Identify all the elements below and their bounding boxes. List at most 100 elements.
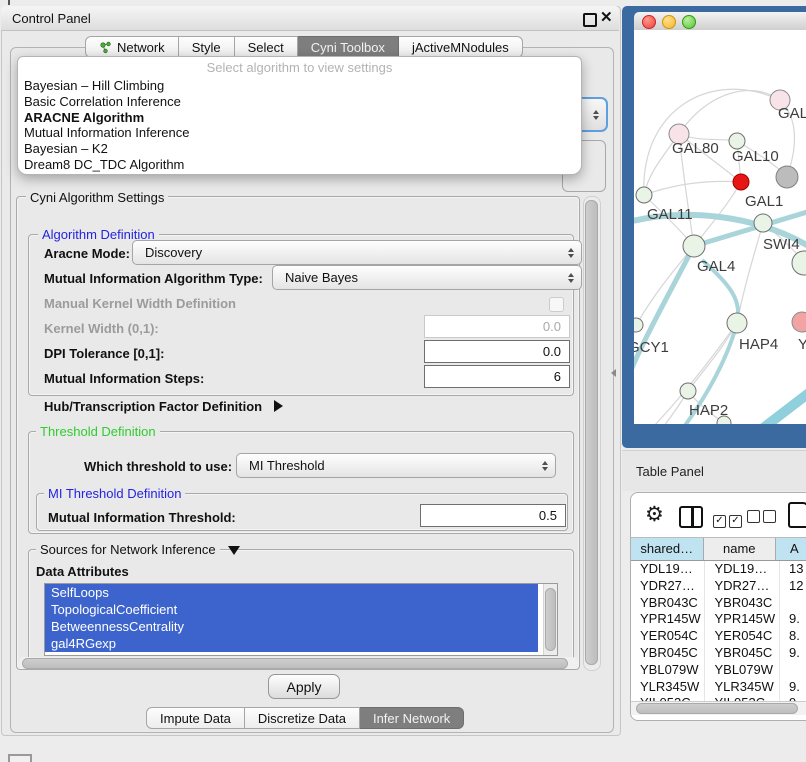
zoom-traffic-light-icon[interactable] — [682, 15, 696, 29]
settings-hscrollbar[interactable] — [18, 657, 578, 669]
settings-hscrollbar-thumb[interactable] — [22, 658, 568, 669]
network-edge[interactable] — [737, 223, 763, 323]
close-traffic-light-icon[interactable] — [642, 15, 656, 29]
mi-steps-field[interactable]: 6 — [424, 365, 570, 388]
tab-impute-data[interactable]: Impute Data — [146, 707, 245, 729]
sources-collapse-arrow-icon[interactable] — [228, 546, 240, 555]
data-attributes-list[interactable]: SelfLoops TopologicalCoefficient Between… — [44, 583, 558, 656]
table-header-row: shared… name A — [631, 537, 806, 561]
minimize-traffic-light-icon[interactable] — [662, 15, 676, 29]
application-root: Control Panel ✕ Network Style Select Cyn… — [0, 0, 806, 762]
network-edge[interactable] — [679, 91, 780, 134]
float-icon[interactable] — [583, 13, 597, 27]
network-node-label: HAP2 — [689, 402, 728, 419]
table-row[interactable]: YER054CYER054C8. — [631, 628, 806, 645]
network-node[interactable] — [733, 174, 749, 190]
threshold-definition-title: Threshold Definition — [36, 424, 160, 439]
deselect-all-checks-icon[interactable] — [747, 510, 779, 528]
network-node-label: GCY1 — [634, 339, 669, 356]
settings-vscrollbar[interactable] — [583, 196, 601, 671]
tab-discretize-data[interactable]: Discretize Data — [245, 707, 360, 729]
network-node-label: GAL4 — [697, 258, 735, 275]
manual-kernel-checkbox[interactable] — [549, 297, 564, 312]
network-node[interactable] — [729, 133, 745, 149]
list-item[interactable]: SelfLoops — [45, 584, 538, 601]
network-node[interactable] — [792, 312, 806, 332]
aracne-mode-label: Aracne Mode: — [44, 246, 130, 261]
dropdown-item[interactable]: Mutual Information Inference — [24, 125, 575, 141]
select-all-checks-icon[interactable]: ✓✓ — [713, 510, 745, 528]
dropdown-item[interactable]: Bayesian – K2 — [24, 141, 575, 157]
mi-steps-label: Mutual Information Steps: — [44, 371, 204, 386]
list-vscrollbar-thumb[interactable] — [545, 588, 556, 651]
dropdown-item-selected[interactable]: ARACNE Algorithm — [24, 110, 575, 126]
network-node[interactable] — [683, 235, 705, 257]
hub-expand-arrow-icon[interactable] — [274, 400, 283, 412]
gear-icon[interactable]: ⚙ — [645, 504, 664, 525]
tab-jactivemnodules-label: jActiveMNodules — [412, 40, 509, 55]
table-row[interactable]: YBR043CYBR043C — [631, 595, 806, 612]
which-threshold-label: Which threshold to use: — [84, 459, 232, 474]
network-node[interactable] — [792, 251, 806, 275]
dropdown-item[interactable]: Basic Correlation Inference — [24, 94, 575, 110]
network-node-label: GAL80 — [672, 140, 719, 157]
table-hscrollbar[interactable] — [631, 701, 806, 715]
network-window-titlebar[interactable] — [634, 12, 806, 31]
mi-type-combo[interactable]: Naive Bayes — [272, 265, 582, 290]
table-hscrollbar-thumb[interactable] — [636, 703, 798, 714]
tab-discretize-data-label: Discretize Data — [258, 711, 346, 726]
list-item[interactable]: BetweennessCentrality — [45, 618, 538, 635]
columns-icon[interactable] — [679, 506, 703, 528]
tab-style-label: Style — [192, 40, 221, 55]
tab-network[interactable]: Network — [85, 36, 179, 58]
close-icon[interactable]: ✕ — [600, 11, 613, 25]
network-node[interactable] — [776, 166, 798, 188]
kernel-width-field[interactable]: 0.0 — [424, 315, 570, 338]
panel-resize-handle-icon[interactable] — [611, 369, 616, 377]
network-node-label: SWI4 — [763, 236, 800, 253]
aracne-mode-combo[interactable]: Discovery — [132, 240, 582, 265]
dropdown-item[interactable]: Dream8 DC_TDC Algorithm — [24, 157, 575, 173]
tab-jactivemnodules[interactable]: jActiveMNodules — [399, 36, 523, 58]
network-graph[interactable]: GALGAL80GAL10GAL1GAL11SWI4GAL4GCY1HAP4YH… — [640, 30, 806, 424]
tab-style[interactable]: Style — [179, 36, 235, 58]
dropdown-item[interactable]: Bayesian – Hill Climbing — [24, 78, 575, 94]
table-row[interactable]: YLR345WYLR345W9. — [631, 679, 806, 696]
apply-button[interactable]: Apply — [268, 674, 340, 699]
column-header-name[interactable]: name — [704, 538, 777, 560]
collapsed-panel-icon[interactable] — [8, 754, 32, 762]
document-icon[interactable] — [788, 502, 806, 528]
network-node[interactable] — [727, 313, 747, 333]
dpi-tolerance-label: DPI Tolerance [0,1]: — [44, 346, 164, 361]
dpi-tolerance-field[interactable]: 0.0 — [424, 340, 570, 363]
network-node[interactable] — [754, 214, 772, 232]
network-node[interactable] — [634, 318, 643, 332]
table-row[interactable]: YDR27…YDR27…12 — [631, 578, 806, 595]
mi-threshold-field[interactable]: 0.5 — [420, 504, 566, 527]
combo-arrows-icon — [568, 273, 574, 283]
tab-select[interactable]: Select — [235, 36, 298, 58]
table-row[interactable]: YPR145WYPR145W9. — [631, 611, 806, 628]
which-threshold-combo[interactable]: MI Threshold — [236, 453, 556, 478]
cyni-settings-title: Cyni Algorithm Settings — [26, 190, 168, 205]
table-row[interactable]: YBL079WYBL079W — [631, 662, 806, 679]
network-edge[interactable] — [644, 181, 741, 195]
list-vscrollbar[interactable] — [543, 584, 557, 655]
table-row[interactable]: YBR045CYBR045C9. — [631, 645, 806, 662]
list-item[interactable]: TopologicalCoefficient — [45, 601, 538, 618]
table-row[interactable]: YDL19…YDL19…13 — [631, 561, 806, 578]
tab-cyni-toolbox[interactable]: Cyni Toolbox — [298, 36, 399, 58]
list-item[interactable]: gal4RGexp — [45, 635, 538, 652]
network-node-label: GAL11 — [647, 206, 693, 223]
column-header-third[interactable]: A — [776, 538, 806, 560]
control-panel-titlebar[interactable] — [1, 6, 619, 31]
network-node[interactable] — [636, 187, 652, 203]
network-canvas[interactable]: GALGAL80GAL10GAL1GAL11SWI4GAL4GCY1HAP4YH… — [634, 30, 806, 424]
settings-vscrollbar-thumb[interactable] — [585, 200, 598, 665]
tab-impute-data-label: Impute Data — [160, 711, 231, 726]
table-toolbar: ⚙ ✓✓ — [631, 493, 806, 537]
network-node[interactable] — [680, 383, 696, 399]
tab-infer-network[interactable]: Infer Network — [360, 707, 464, 729]
column-header-shared[interactable]: shared… — [631, 538, 704, 560]
network-edge[interactable] — [758, 386, 806, 424]
